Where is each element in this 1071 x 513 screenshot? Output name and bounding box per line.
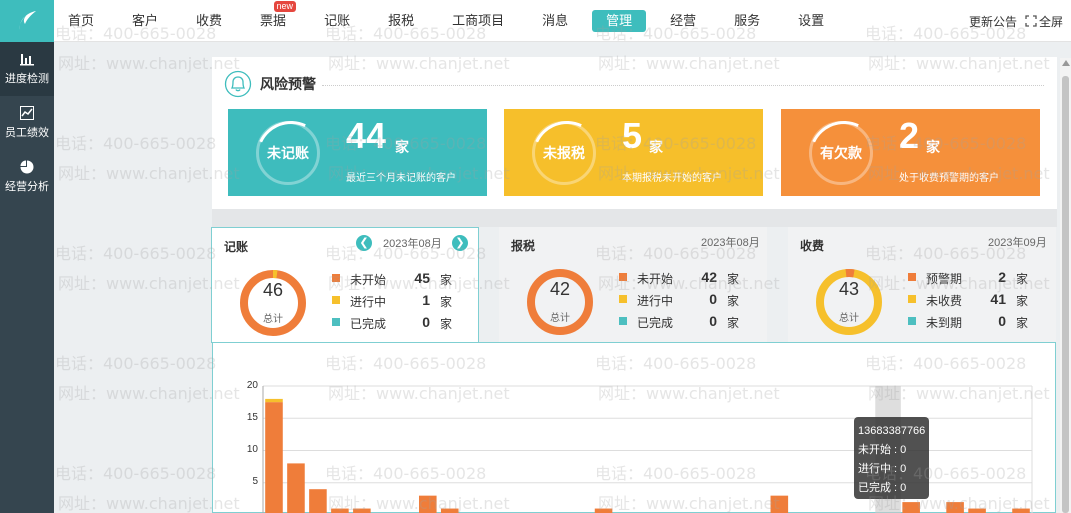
chart-bar (331, 508, 349, 513)
chart-bar (1012, 508, 1030, 513)
chart-bar (265, 402, 283, 513)
chart-bar (902, 502, 920, 513)
chart-bar (770, 495, 789, 513)
chart-bar (353, 508, 371, 513)
tooltip-line: 已完成 : 0 (858, 482, 907, 494)
chart-bar (287, 463, 305, 513)
tooltip-line: 未开始 : 0 (858, 444, 907, 456)
chart-bar (946, 502, 964, 513)
chart-bar (594, 508, 613, 513)
chart-tooltip: 13683387766 未开始 : 0 进行中 : 0 已完成 : 0 (854, 417, 929, 499)
chart-bar (440, 508, 459, 513)
tooltip-line: 进行中 : 0 (858, 463, 907, 475)
chart-bar (309, 489, 327, 513)
chart-bar (265, 398, 283, 403)
chart-bar (418, 495, 437, 513)
chart-bar (968, 508, 986, 513)
tooltip-title: 13683387766 (858, 425, 926, 437)
